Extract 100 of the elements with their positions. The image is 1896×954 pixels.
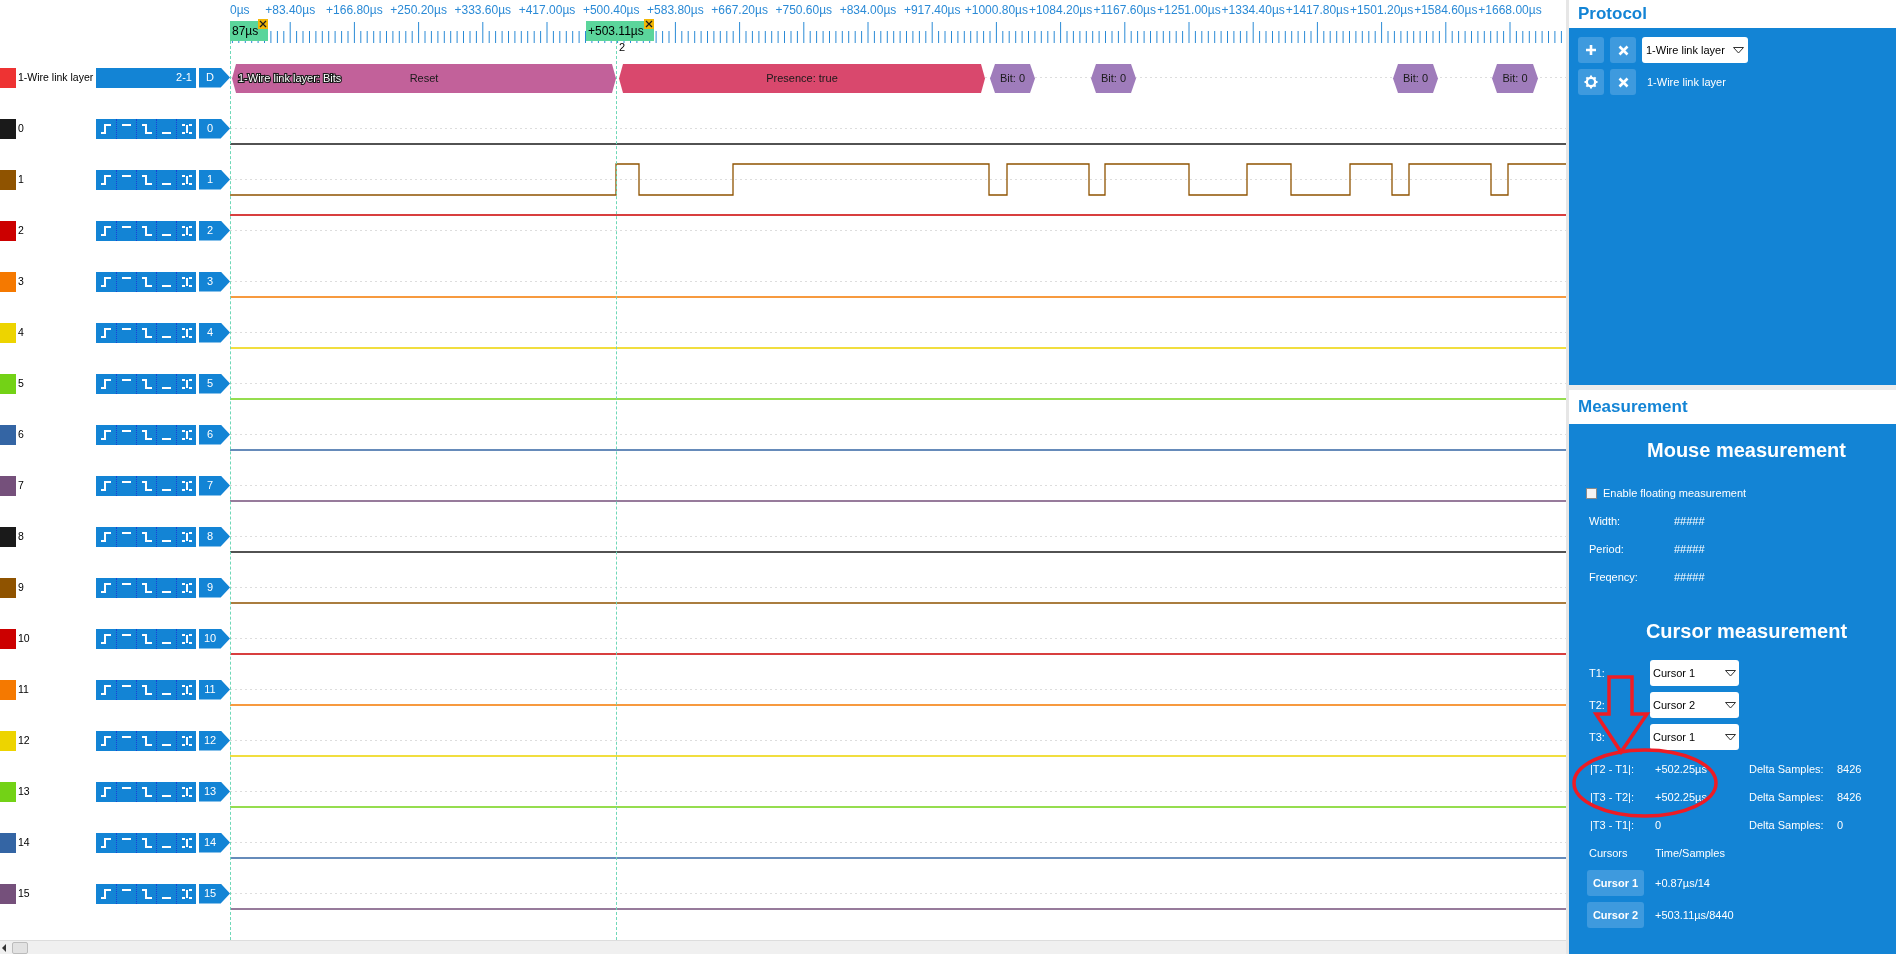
protocol-select[interactable]: 1-Wire link layer [1642,37,1748,63]
rising-edge-icon [100,888,112,899]
settings-button[interactable] [1578,69,1604,95]
falling-edge-icon [140,888,153,899]
falling-edge-icon [140,378,153,389]
channel-name: 1 [18,171,25,187]
cursor-flag[interactable]: 87µs [230,21,269,41]
channel-tag[interactable]: 12 [199,730,230,751]
channel-tag[interactable]: 1 [199,169,230,190]
checkbox-label: Enable floating measurement [1603,485,1747,501]
channel-name: 5 [18,375,25,391]
delta-samples-value: 8426 [1837,761,1862,777]
channel-tag[interactable]: 9 [199,577,230,598]
falling-edge-icon [140,633,153,644]
time-label: +834.00µs [839,3,897,17]
falling-edge-icon [140,684,153,695]
add-button[interactable] [1578,37,1604,63]
delta-label: |T2 - T1|: [1590,761,1636,777]
remove-button[interactable] [1610,69,1636,95]
frame-label: Bit: 0 [1100,72,1127,84]
rising-edge-icon [100,123,112,134]
any-edge-icon [180,735,193,746]
decoded-frame[interactable] [990,64,1035,93]
scroll-left-icon[interactable] [0,942,8,953]
time-label: +1251.00µs [1157,3,1221,17]
decoded-frame[interactable] [232,64,616,93]
horizontal-scrollbar[interactable] [0,940,1566,954]
dropdown-caret-icon [1725,669,1736,677]
time-label: +500.40µs [582,3,640,17]
settings-icon [1584,75,1598,89]
channel-tag[interactable]: 7 [199,475,230,496]
frame-label: Bit: 0 [999,72,1026,84]
channel-tag[interactable]: 6 [199,424,230,445]
any-edge-icon [180,684,193,695]
any-edge-icon [180,582,193,593]
close-icon [1617,44,1629,56]
channel-name: 9 [18,579,25,595]
time-label: +417.00µs [518,3,576,17]
cursor-button[interactable]: Cursor 1 [1587,870,1644,896]
cursor-select[interactable]: Cursor 1 [1650,660,1739,686]
any-edge-icon [180,378,193,389]
any-edge-icon [180,633,193,644]
channel-tag[interactable]: D [199,67,230,88]
frame-label: Bit: 0 [1402,72,1429,84]
channel-tag[interactable]: 11 [199,679,230,700]
delta-value: +502.25µs [1655,789,1708,805]
dropdown-caret-icon [1725,733,1736,741]
low-level-icon [162,590,171,593]
channel-tag[interactable]: 15 [199,883,230,904]
low-level-icon [162,131,171,134]
remove-button[interactable] [1610,37,1636,63]
cursor-select[interactable]: Cursor 2 [1650,692,1739,718]
channel-name: 14 [18,834,31,850]
channel-tag[interactable]: 10 [199,628,230,649]
delta-samples-label: Delta Samples: [1749,789,1825,805]
any-edge-icon [180,174,193,185]
any-edge-icon [180,837,193,848]
channel-tag[interactable]: 13 [199,781,230,802]
cursor-flag[interactable]: +503.11µs [586,21,654,41]
low-level-icon [162,488,171,491]
rising-edge-icon [100,327,112,338]
delta-samples-label: Delta Samples: [1749,761,1825,777]
delta-value: 0 [1655,817,1663,833]
low-level-icon [162,692,171,695]
channel-name: 3 [18,273,25,289]
channel-tag[interactable]: 0 [199,118,230,139]
protocol-range-bar[interactable]: 2-1 [96,67,196,88]
rising-edge-icon [100,837,112,848]
time-label: +250.20µs [390,3,447,17]
decoded-frame[interactable] [1091,64,1136,93]
measurement-value: ##### [1674,513,1705,529]
dropdown-caret-icon [1733,46,1744,54]
close-icon[interactable] [643,19,654,29]
cursor-button[interactable]: Cursor 2 [1587,902,1644,928]
low-level-icon [162,335,171,338]
rising-edge-icon [100,735,112,746]
measurement-value: ##### [1674,541,1705,557]
measurement-label: Period: [1589,541,1625,557]
channel-tag[interactable]: 8 [199,526,230,547]
delta-samples-value: 0 [1837,817,1844,833]
frame-label: Presence: true [766,72,838,84]
channel-name: 12 [18,732,31,748]
time-label: +667.20µs [711,3,768,17]
cursor-select[interactable]: Cursor 1 [1650,724,1739,750]
channel-tag[interactable]: 5 [199,373,230,394]
channel-tag[interactable]: 2 [199,220,230,241]
decoded-frame[interactable] [1492,64,1538,93]
any-edge-icon [180,225,193,236]
decoded-frame[interactable] [1393,64,1438,93]
high-level-icon [122,327,131,330]
low-level-icon [162,539,171,542]
channel-tag[interactable]: 3 [199,271,230,292]
any-edge-icon [180,480,193,491]
scrollbar-thumb[interactable] [12,941,28,954]
delta-value: +502.25µs [1655,761,1708,777]
close-icon[interactable] [258,19,269,29]
channel-tag[interactable]: 14 [199,832,230,853]
channel-tag[interactable]: 4 [199,322,230,343]
floating-checkbox[interactable] [1586,487,1597,499]
channel-name: 8 [18,528,25,544]
